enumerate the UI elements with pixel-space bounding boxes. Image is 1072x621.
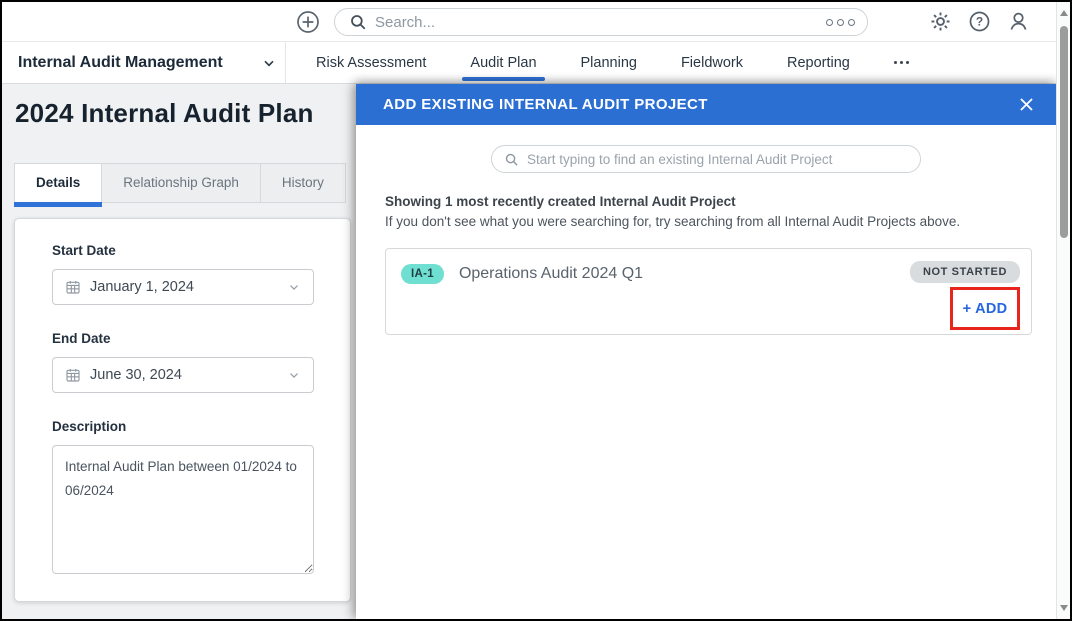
settings-gear-icon[interactable] [929, 10, 952, 33]
project-name[interactable]: Operations Audit 2024 Q1 [459, 265, 643, 283]
end-date-group: End Date June 30, 2024 [52, 331, 326, 393]
tab-history[interactable]: History [261, 163, 346, 203]
status-badge: NOT STARTED [910, 261, 1020, 283]
description-group: Description Internal Audit Plan between … [52, 419, 326, 579]
vertical-scrollbar[interactable] [1056, 2, 1070, 619]
start-date-label: Start Date [52, 243, 326, 258]
app-switcher[interactable]: Internal Audit Management [18, 42, 277, 84]
nav-item-reporting[interactable]: Reporting [787, 42, 850, 84]
modal-title: ADD EXISTING INTERNAL AUDIT PROJECT [356, 96, 708, 113]
create-icon[interactable] [296, 10, 320, 34]
modal-body: Showing 1 most recently created Internal… [356, 125, 1056, 335]
svg-text:?: ? [976, 15, 983, 29]
scroll-up-arrow-icon[interactable] [1060, 10, 1068, 16]
start-date-group: Start Date January 1, 2024 [52, 243, 326, 305]
user-account-icon[interactable] [1007, 10, 1030, 33]
page-title: 2024 Internal Audit Plan [15, 98, 314, 129]
project-result-card: IA-1 Operations Audit 2024 Q1 NOT STARTE… [385, 248, 1032, 335]
app-window: ? Internal Audit Management Risk Assessm… [0, 0, 1072, 621]
nav-overflow-icon[interactable] [894, 42, 909, 84]
project-search-input[interactable] [527, 152, 908, 167]
tab-details[interactable]: Details [14, 163, 102, 203]
search-icon [504, 152, 519, 167]
results-summary: Showing 1 most recently created Internal… [385, 194, 1028, 209]
add-project-button[interactable]: + ADD [963, 301, 1008, 317]
modal-header: ADD EXISTING INTERNAL AUDIT PROJECT [356, 84, 1056, 125]
description-label: Description [52, 419, 326, 434]
app-nav-bar: Internal Audit Management Risk Assessmen… [2, 42, 1070, 84]
description-textarea[interactable]: Internal Audit Plan between 01/2024 to 0… [52, 445, 314, 574]
add-existing-project-modal: ADD EXISTING INTERNAL AUDIT PROJECT Show… [356, 84, 1056, 619]
page-background: 2024 Internal Audit Plan Details Relatio… [2, 84, 1070, 619]
chevron-down-icon [287, 368, 301, 382]
nav-item-audit-plan[interactable]: Audit Plan [470, 42, 536, 84]
scroll-down-arrow-icon[interactable] [1060, 605, 1068, 611]
search-options-icon[interactable] [826, 19, 855, 26]
end-date-value: June 30, 2024 [90, 367, 182, 383]
global-search[interactable] [334, 8, 868, 36]
detail-tabs: Details Relationship Graph History [14, 163, 346, 203]
start-date-picker[interactable]: January 1, 2024 [52, 269, 314, 305]
project-id-badge: IA-1 [401, 264, 444, 284]
annotation-highlight-box: + ADD [950, 287, 1020, 330]
nav-tabs: Risk Assessment Audit Plan Planning Fiel… [285, 42, 1070, 83]
tab-relationship-graph[interactable]: Relationship Graph [102, 163, 261, 203]
app-name: Internal Audit Management [18, 54, 223, 72]
end-date-label: End Date [52, 331, 326, 346]
top-bar: ? [2, 2, 1070, 42]
chevron-down-icon [287, 280, 301, 294]
close-icon[interactable] [1017, 95, 1036, 114]
results-hint: If you don't see what you were searching… [385, 214, 1028, 229]
scrollbar-thumb[interactable] [1060, 26, 1068, 238]
project-search[interactable] [491, 145, 921, 173]
nav-item-risk-assessment[interactable]: Risk Assessment [316, 42, 426, 84]
global-search-input[interactable] [375, 14, 818, 31]
search-icon [349, 13, 367, 31]
calendar-icon [65, 367, 81, 383]
details-panel: Start Date January 1, 2024 End Date [14, 218, 351, 602]
help-icon[interactable]: ? [968, 10, 991, 33]
end-date-picker[interactable]: June 30, 2024 [52, 357, 314, 393]
nav-item-planning[interactable]: Planning [581, 42, 637, 84]
calendar-icon [65, 279, 81, 295]
start-date-value: January 1, 2024 [90, 279, 194, 295]
nav-item-fieldwork[interactable]: Fieldwork [681, 42, 743, 84]
chevron-down-icon [261, 55, 277, 71]
